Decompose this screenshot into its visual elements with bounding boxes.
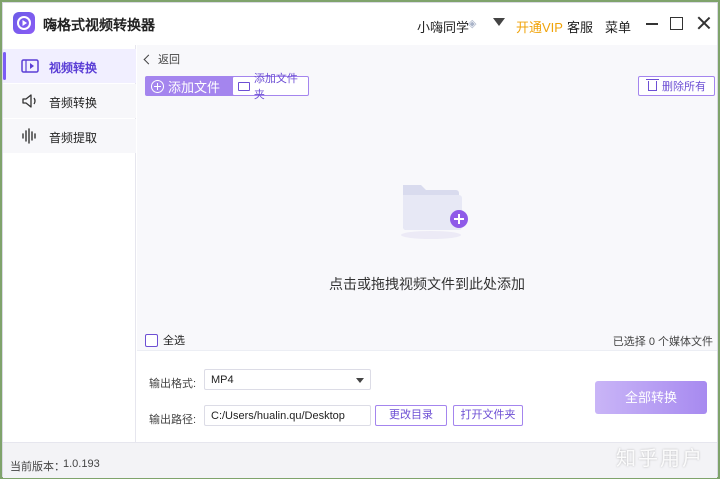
back-button[interactable]: 返回 xyxy=(143,51,180,67)
drop-zone-hint: 点击或拖拽视频文件到此处添加 xyxy=(329,276,525,292)
output-path-field[interactable]: C:/Users/hualin.qu/Desktop xyxy=(204,405,371,426)
sidebar-item-audio-convert[interactable]: 音频转换 xyxy=(3,84,136,118)
chevron-left-icon xyxy=(143,54,154,64)
select-all-label: 全选 xyxy=(163,335,185,347)
title-bar: 嗨格式视频转换器 小嗨同学 ◈ 开通VIP 客服 菜单 xyxy=(3,3,717,45)
convert-all-button[interactable]: 全部转换 xyxy=(595,381,707,414)
app-title: 嗨格式视频转换器 xyxy=(43,17,155,33)
waveform-icon xyxy=(21,128,39,144)
user-level-icon: ◈ xyxy=(468,18,477,30)
sidebar-item-label: 视频转换 xyxy=(49,61,98,75)
output-format-select[interactable]: MP4 xyxy=(204,369,371,390)
user-dropdown-caret-icon[interactable] xyxy=(493,18,505,26)
customer-service-link[interactable]: 客服 xyxy=(567,17,593,36)
status-bar: 当前版本： 1.0.193 xyxy=(3,442,717,478)
sidebar: 视频转换 音频转换 音频提取 xyxy=(3,45,136,442)
add-file-label: 添加文件 xyxy=(168,79,221,95)
file-drop-zone[interactable]: 点击或拖拽视频文件到此处添加 xyxy=(137,103,717,323)
plus-circle-icon xyxy=(151,79,164,93)
sidebar-item-label: 音频提取 xyxy=(49,131,98,145)
output-settings-panel: 输出格式: MP4 输出路径: C:/Users/hualin.qu/Deskt… xyxy=(137,350,717,442)
sidebar-item-video-convert[interactable]: 视频转换 xyxy=(3,49,136,83)
speaker-icon xyxy=(21,93,39,109)
back-label: 返回 xyxy=(158,54,180,66)
close-button[interactable] xyxy=(696,15,712,31)
sidebar-item-audio-extract[interactable]: 音频提取 xyxy=(3,119,136,153)
main-panel: 返回 添加文件 添加文件夹 删除所有 点击或拖拽视频文件到此处添加 全选 已选择… xyxy=(137,45,717,442)
version-value: 1.0.193 xyxy=(63,458,100,470)
add-folder-button[interactable]: 添加文件夹 xyxy=(232,73,309,101)
minimize-button[interactable] xyxy=(644,15,660,31)
menu-link[interactable]: 菜单 xyxy=(605,17,631,36)
delete-all-label: 删除所有 xyxy=(662,81,706,93)
app-window: 嗨格式视频转换器 小嗨同学 ◈ 开通VIP 客服 菜单 视频转换 音频转换 音频… xyxy=(2,2,718,478)
chevron-down-icon xyxy=(356,378,364,383)
sidebar-item-label: 音频转换 xyxy=(49,96,98,110)
user-name[interactable]: 小嗨同学 xyxy=(417,17,469,36)
version-label: 当前版本： xyxy=(10,461,65,473)
open-vip-link[interactable]: 开通VIP xyxy=(516,17,563,36)
output-format-value: MP4 xyxy=(211,374,234,386)
delete-all-button[interactable]: 删除所有 xyxy=(638,76,715,96)
add-folder-label: 添加文件夹 xyxy=(253,73,298,101)
output-path-label: 输出路径: xyxy=(149,414,197,426)
app-logo-icon xyxy=(13,12,35,34)
folder-icon xyxy=(238,81,250,91)
video-convert-icon xyxy=(21,58,39,74)
change-directory-button[interactable]: 更改目录 xyxy=(375,405,447,426)
selected-count-text: 已选择 0 个媒体文件 xyxy=(612,336,713,348)
add-folder-illustration-icon xyxy=(395,175,475,241)
watermark: 知乎用户 xyxy=(616,448,704,470)
trash-icon xyxy=(646,79,659,91)
select-all-toggle[interactable]: 全选 xyxy=(145,332,185,348)
maximize-button[interactable] xyxy=(670,17,683,30)
select-all-checkbox[interactable] xyxy=(145,333,158,347)
output-format-label: 输出格式: xyxy=(149,378,197,390)
open-folder-button[interactable]: 打开文件夹 xyxy=(453,405,523,426)
